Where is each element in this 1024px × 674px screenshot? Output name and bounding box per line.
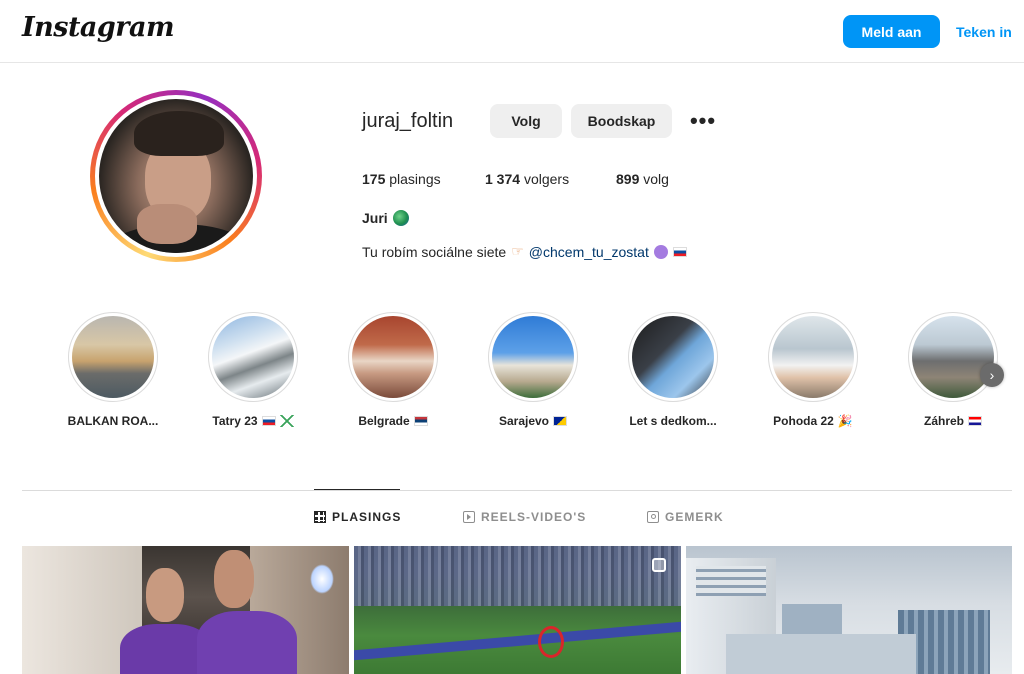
carousel-icon (652, 558, 666, 572)
pointing-hand-icon: ☞ (511, 243, 524, 259)
signup-link[interactable]: Teken in (956, 24, 1012, 40)
post-thumbnail[interactable] (354, 546, 681, 674)
highlight-cover-image (72, 316, 154, 398)
highlight-cover-image (632, 316, 714, 398)
highlight-cover-image (352, 316, 434, 398)
highlight-circle-annotation (538, 626, 564, 658)
bio-mention-link[interactable]: @chcem_tu_zostat (529, 244, 649, 260)
highlight-cover-image (912, 316, 994, 398)
avatar-photo (99, 99, 253, 253)
tabs-divider (22, 490, 1012, 491)
mountain-icon (279, 415, 294, 427)
story-highlight[interactable]: Let s dedkom... (618, 312, 728, 428)
profile-bio: Tu robím sociálne siete ☞ @chcem_tu_zost… (362, 243, 687, 260)
tab-tagged[interactable]: GEMERK (647, 510, 724, 524)
highlight-cover-image (212, 316, 294, 398)
story-highlight[interactable]: Tatry 23 (198, 312, 308, 428)
instagram-logo[interactable]: Instagram (22, 12, 175, 43)
profile-avatar[interactable] (90, 90, 262, 262)
message-button[interactable]: Boodskap (571, 104, 672, 138)
croatia-flag-icon (968, 416, 982, 426)
tab-posts[interactable]: PLASINGS (314, 510, 401, 524)
post-thumbnail[interactable] (686, 546, 1012, 674)
active-tab-indicator (314, 489, 400, 490)
story-highlight[interactable]: Pohoda 22 🎉 (758, 312, 868, 428)
followers-count-stat[interactable]: 1 374 volgers (485, 171, 569, 187)
serbia-flag-icon (413, 416, 428, 426)
story-highlight[interactable]: Belgrade (338, 312, 448, 428)
tagged-icon (647, 511, 659, 523)
highlight-cover-image (772, 316, 854, 398)
highlight-cover-image (492, 316, 574, 398)
reels-icon (463, 511, 475, 523)
posts-count-stat: 175 plasings (362, 171, 441, 187)
tab-reels[interactable]: REELS-VIDEO'S (463, 510, 586, 524)
login-button[interactable]: Meld aan (843, 15, 940, 48)
globe-emoji-icon (392, 210, 409, 226)
grid-icon (314, 511, 326, 523)
follow-button[interactable]: Volg (490, 104, 562, 138)
profile-full-name: Juri (362, 210, 409, 226)
bosnia-flag-icon (553, 416, 568, 426)
following-count-stat[interactable]: 899 volg (616, 171, 669, 187)
party-popper-icon: 🎉 (837, 414, 853, 428)
post-thumbnail[interactable] (22, 546, 349, 674)
slovakia-flag-icon (261, 416, 276, 426)
story-highlight[interactable]: BALKAN ROA... (58, 312, 168, 428)
slovakia-flag-icon (672, 246, 687, 257)
story-highlight[interactable]: Sarajevo (478, 312, 588, 428)
purple-circle-icon (653, 244, 668, 259)
top-navigation-bar: Instagram Meld aan Teken in (0, 0, 1024, 63)
more-options-icon[interactable]: ••• (686, 106, 720, 136)
profile-username: juraj_foltin (362, 110, 454, 132)
chevron-right-icon[interactable]: › (980, 363, 1004, 387)
